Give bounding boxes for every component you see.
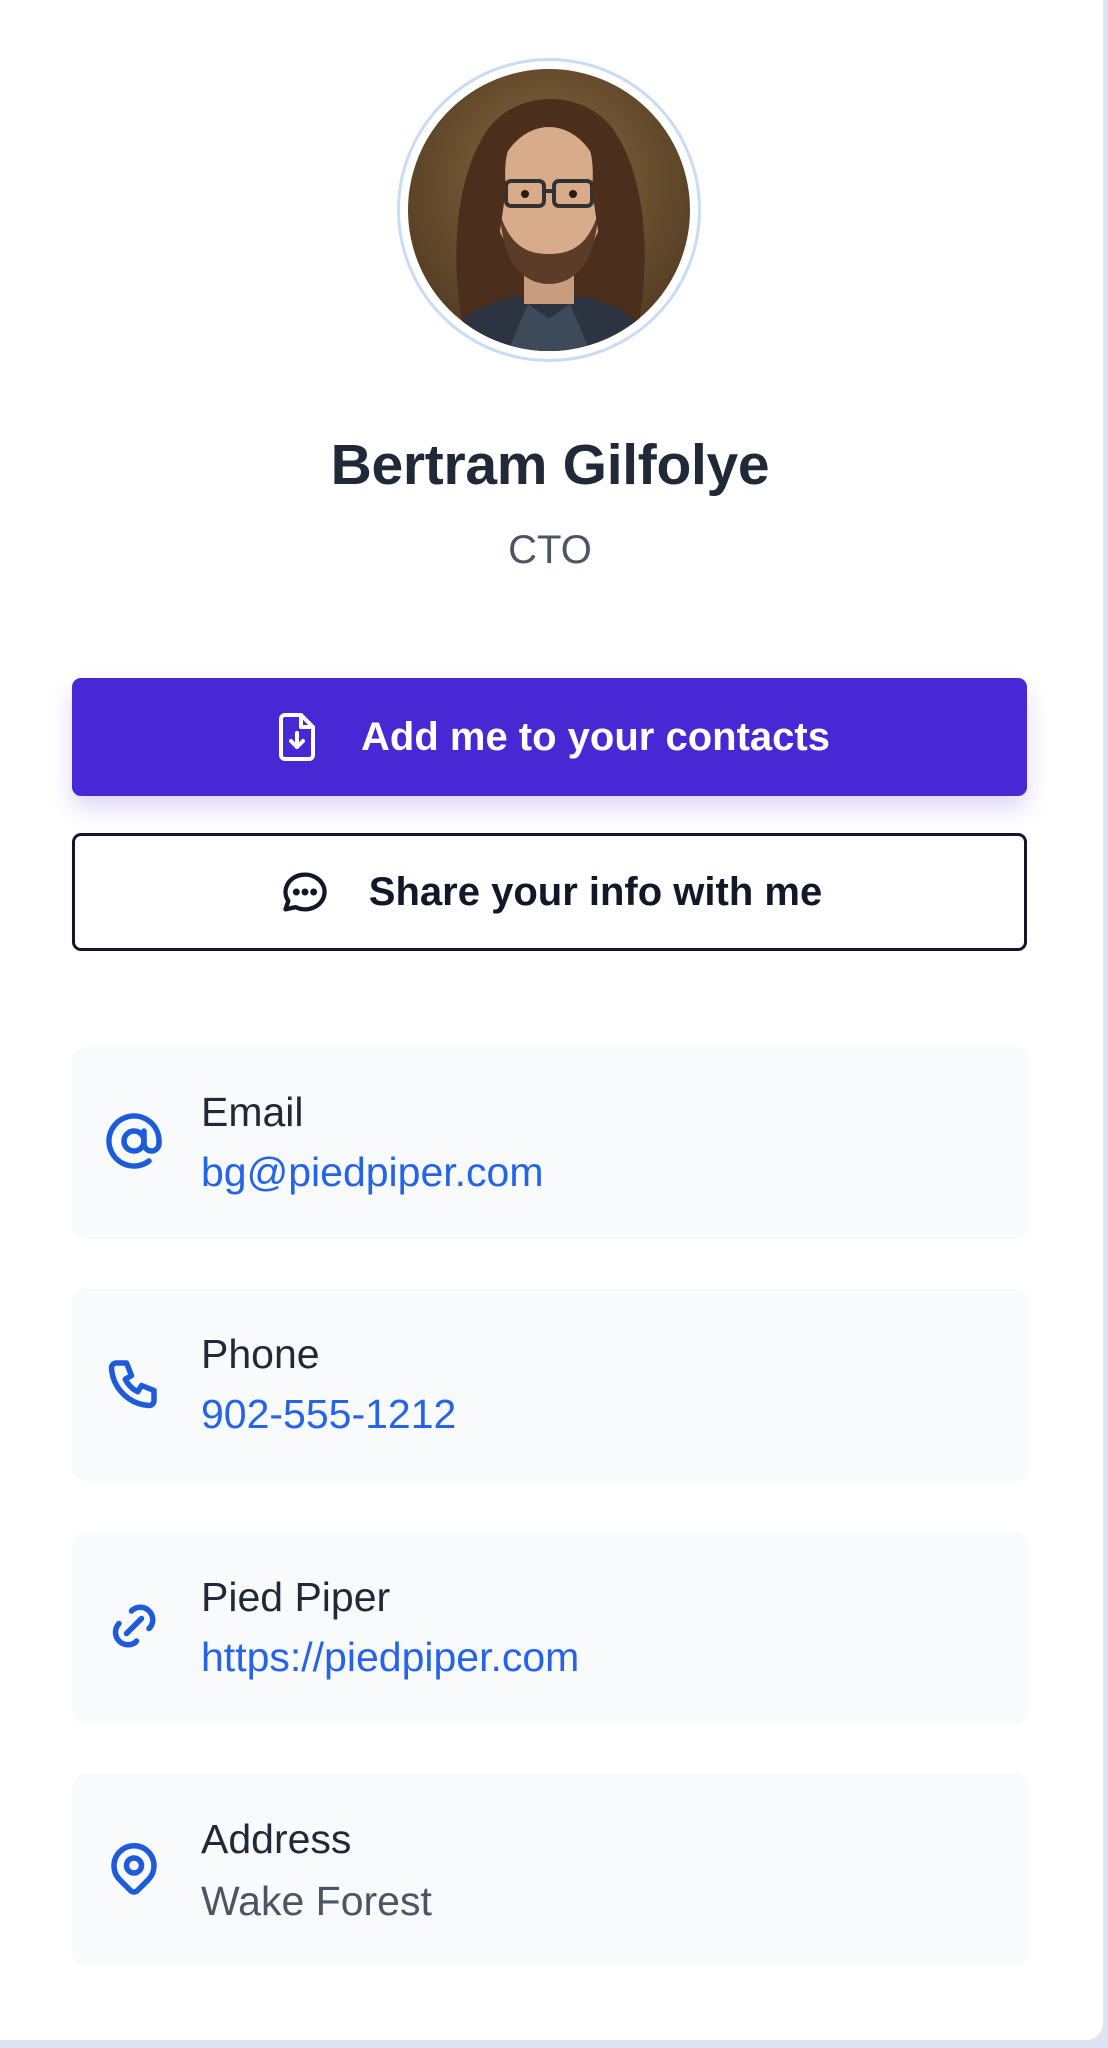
phone-label: Phone [201,1331,320,1377]
map-pin-icon [104,1838,164,1898]
avatar-image [408,69,690,351]
at-sign-icon [104,1111,164,1171]
website-link[interactable]: https://piedpiper.com [201,1634,579,1681]
avatar-ring [397,58,701,362]
phone-item[interactable]: Phone 902-555-1212 [72,1289,1029,1481]
add-contact-button[interactable]: Add me to your contacts [72,678,1027,796]
website-item[interactable]: Pied Piper https://piedpiper.com [72,1532,1029,1724]
email-link[interactable]: bg@piedpiper.com [201,1149,544,1196]
contact-card: Bertram Gilfolye CTO Add me to your cont… [0,0,1104,2041]
share-info-label: Share your info with me [368,869,823,914]
link-icon [104,1596,164,1656]
add-contact-label: Add me to your contacts [361,714,830,759]
phone-link[interactable]: 902-555-1212 [201,1391,456,1438]
avatar [408,69,690,351]
file-download-icon [269,709,325,765]
address-label: Address [201,1816,352,1862]
address-item: Address Wake Forest [72,1774,1029,1966]
profile-title: CTO [508,528,592,572]
profile-name: Bertram Gilfolye [330,433,770,497]
chat-bubble-icon [277,864,333,920]
address-value: Wake Forest [201,1878,432,1924]
share-info-button[interactable]: Share your info with me [72,833,1027,951]
email-label: Email [201,1089,304,1135]
phone-icon [104,1353,164,1413]
email-item[interactable]: Email bg@piedpiper.com [72,1047,1029,1239]
website-label: Pied Piper [201,1574,391,1620]
